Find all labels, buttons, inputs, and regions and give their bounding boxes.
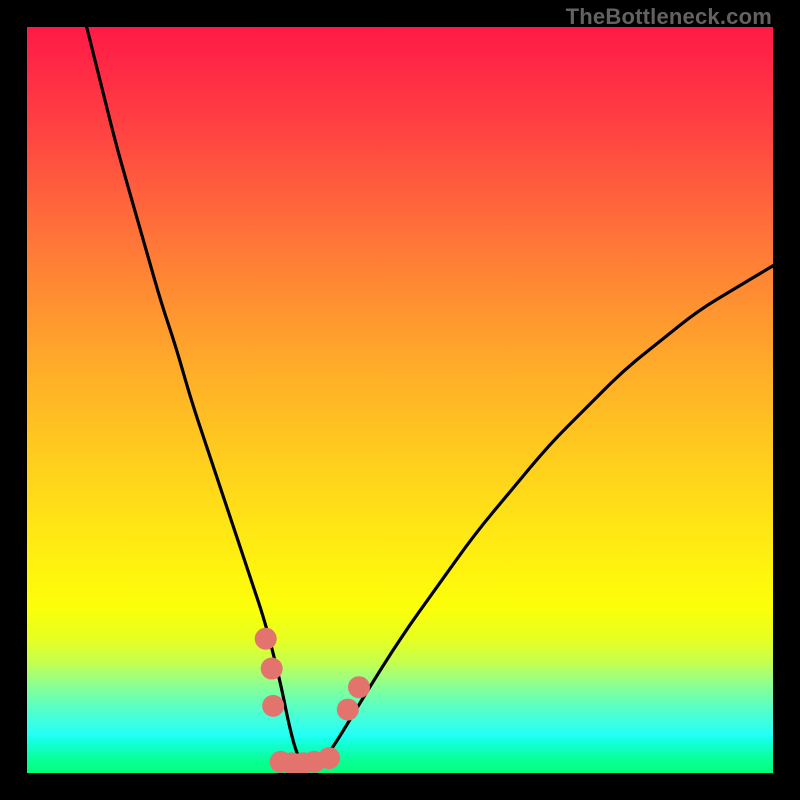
data-marker [255,628,277,650]
plot-frame [27,27,773,773]
data-marker [261,658,283,680]
chart-svg [27,27,773,773]
data-marker [318,747,340,769]
data-marker [262,695,284,717]
data-marker [337,699,359,721]
attribution-text: TheBottleneck.com [566,4,772,30]
bottleneck-curve [87,27,773,766]
data-marker [348,676,370,698]
curve-path [87,27,773,766]
